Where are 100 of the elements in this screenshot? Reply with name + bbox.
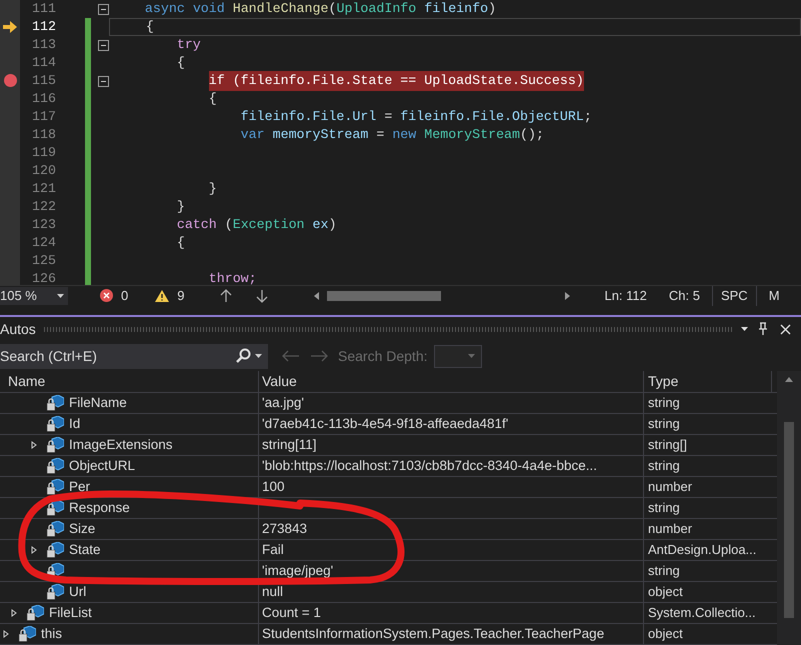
up-arrow-icon[interactable]: [220, 288, 232, 302]
code-token: throw;: [208, 270, 257, 285]
search-depth-label: Search Depth:: [338, 346, 428, 366]
encoding-indicator[interactable]: M: [768, 286, 780, 306]
line-number: 126: [31, 270, 56, 285]
column-header[interactable]: Name: [0, 371, 259, 392]
vertical-scrollbar[interactable]: [777, 371, 801, 645]
line-number: 122: [31, 198, 56, 216]
code-token: =: [376, 126, 386, 144]
caret-icon[interactable]: [57, 294, 64, 298]
error-count: 0: [121, 286, 128, 305]
code-token: UploadInfo: [336, 0, 416, 18]
code-token: async: [144, 0, 185, 18]
line-number: 119: [31, 144, 56, 162]
expand-triangle-icon[interactable]: [11, 609, 17, 617]
down-arrow-icon[interactable]: [256, 288, 268, 302]
scroll-up-icon[interactable]: [785, 377, 793, 382]
variable-type: string: [648, 415, 680, 434]
code-token: ex: [312, 216, 328, 234]
variable-type: string[]: [648, 436, 688, 454]
dropdown-caret-icon[interactable]: [741, 327, 748, 331]
variable-type: string: [648, 499, 680, 518]
warning-icon[interactable]: [155, 290, 170, 302]
line-number: 120: [31, 162, 56, 180]
variable-name: Per: [69, 478, 90, 496]
code-token: fileinfo.File.ObjectURL: [400, 108, 584, 126]
column-header[interactable]: Value: [259, 371, 644, 392]
column-indicator: Ch: 5: [668, 286, 700, 305]
variable-value: 'blob:https://localhost:7103/cb8b7dcc-8340-4a4e-bbce...: [262, 456, 598, 475]
code-token: MemoryStream: [424, 126, 520, 144]
property-lock-icon: [46, 542, 64, 558]
code-token: (: [224, 216, 233, 234]
variable-value: 273843: [262, 520, 308, 538]
variable-value: 'd7aeb41c-113b-4e54-9f18-affeaeda481f': [262, 414, 508, 433]
column-header[interactable]: Type: [644, 371, 772, 392]
error-icon[interactable]: [100, 289, 113, 302]
property-lock-icon: [26, 605, 44, 621]
expand-triangle-icon[interactable]: [3, 630, 9, 638]
variable-name: Size: [69, 520, 96, 538]
scrollbar-thumb[interactable]: [784, 422, 794, 618]
line-indicator: Ln: 112: [604, 286, 647, 305]
variable-type: string: [648, 562, 680, 580]
close-icon[interactable]: [780, 324, 791, 334]
variable-type: number: [648, 520, 692, 538]
caret-icon[interactable]: [255, 354, 262, 358]
variable-name: FileList: [49, 604, 92, 622]
line-number: 112: [31, 18, 56, 36]
variable-value: 'image/jpeg': [262, 562, 334, 580]
variable-type: object: [648, 583, 683, 602]
zoom-dropdown[interactable]: 105 %: [0, 286, 68, 304]
variable-value: 100: [262, 478, 285, 496]
code-token: {: [146, 18, 154, 36]
expand-triangle-icon[interactable]: [31, 441, 37, 449]
variable-value: StudentsInformationSystem.Pages.Teacher.TeacherPage: [262, 624, 604, 643]
code-token: ): [328, 216, 336, 234]
variable-name: Id: [69, 414, 80, 433]
line-number: 115: [31, 72, 56, 90]
line-number: 123: [31, 216, 56, 234]
line-number: 118: [31, 126, 56, 144]
property-lock-icon: [46, 437, 64, 453]
search-field[interactable]: Search (Ctrl+E): [0, 344, 268, 368]
search-icon[interactable]: [235, 348, 251, 364]
code-token: {: [176, 234, 185, 252]
variable-name: this: [41, 624, 62, 643]
code-token: fileinfo: [424, 0, 488, 18]
collapse-icon[interactable]: [98, 4, 108, 14]
code-token: ();: [520, 126, 544, 144]
variable-value: 'aa.jpg': [262, 394, 304, 412]
code-token: }: [208, 180, 217, 198]
variable-name: ObjectURL: [69, 456, 136, 475]
collapse-icon[interactable]: [98, 76, 108, 86]
pin-icon[interactable]: [758, 322, 768, 336]
code-token: catch: [176, 216, 217, 234]
variable-value: Fail: [262, 540, 284, 559]
code-token: =: [384, 108, 394, 126]
line-number: 121: [31, 180, 56, 198]
code-token: HandleChange: [232, 0, 328, 18]
variable-name: FileName: [69, 394, 127, 412]
code-token: {: [208, 90, 217, 108]
property-lock-icon: [18, 626, 36, 642]
variable-value: Count = 1: [262, 604, 321, 622]
variable-type: AntDesign.Uploa...: [648, 541, 756, 560]
code-token: }: [176, 198, 185, 216]
code-token: fileinfo.File.Url: [240, 108, 376, 126]
line-number: 113: [31, 36, 56, 54]
scroll-left-icon[interactable]: [314, 292, 320, 300]
code-token: memoryStream: [272, 126, 368, 144]
variable-type: object: [648, 625, 683, 644]
line-number: 117: [31, 108, 56, 126]
variable-value: string[11]: [262, 436, 317, 454]
whitespace-indicator[interactable]: SPC: [712, 286, 757, 306]
variable-name: ImageExtensions: [69, 436, 173, 454]
expand-triangle-icon[interactable]: [31, 546, 37, 554]
collapse-icon[interactable]: [98, 40, 108, 50]
code-token: ;: [584, 108, 592, 126]
scrollbar-thumb[interactable]: [327, 290, 442, 300]
scroll-right-icon[interactable]: [565, 292, 570, 300]
line-number: 125: [31, 252, 56, 270]
code-token: new: [392, 126, 416, 144]
variable-name: State: [69, 540, 101, 559]
